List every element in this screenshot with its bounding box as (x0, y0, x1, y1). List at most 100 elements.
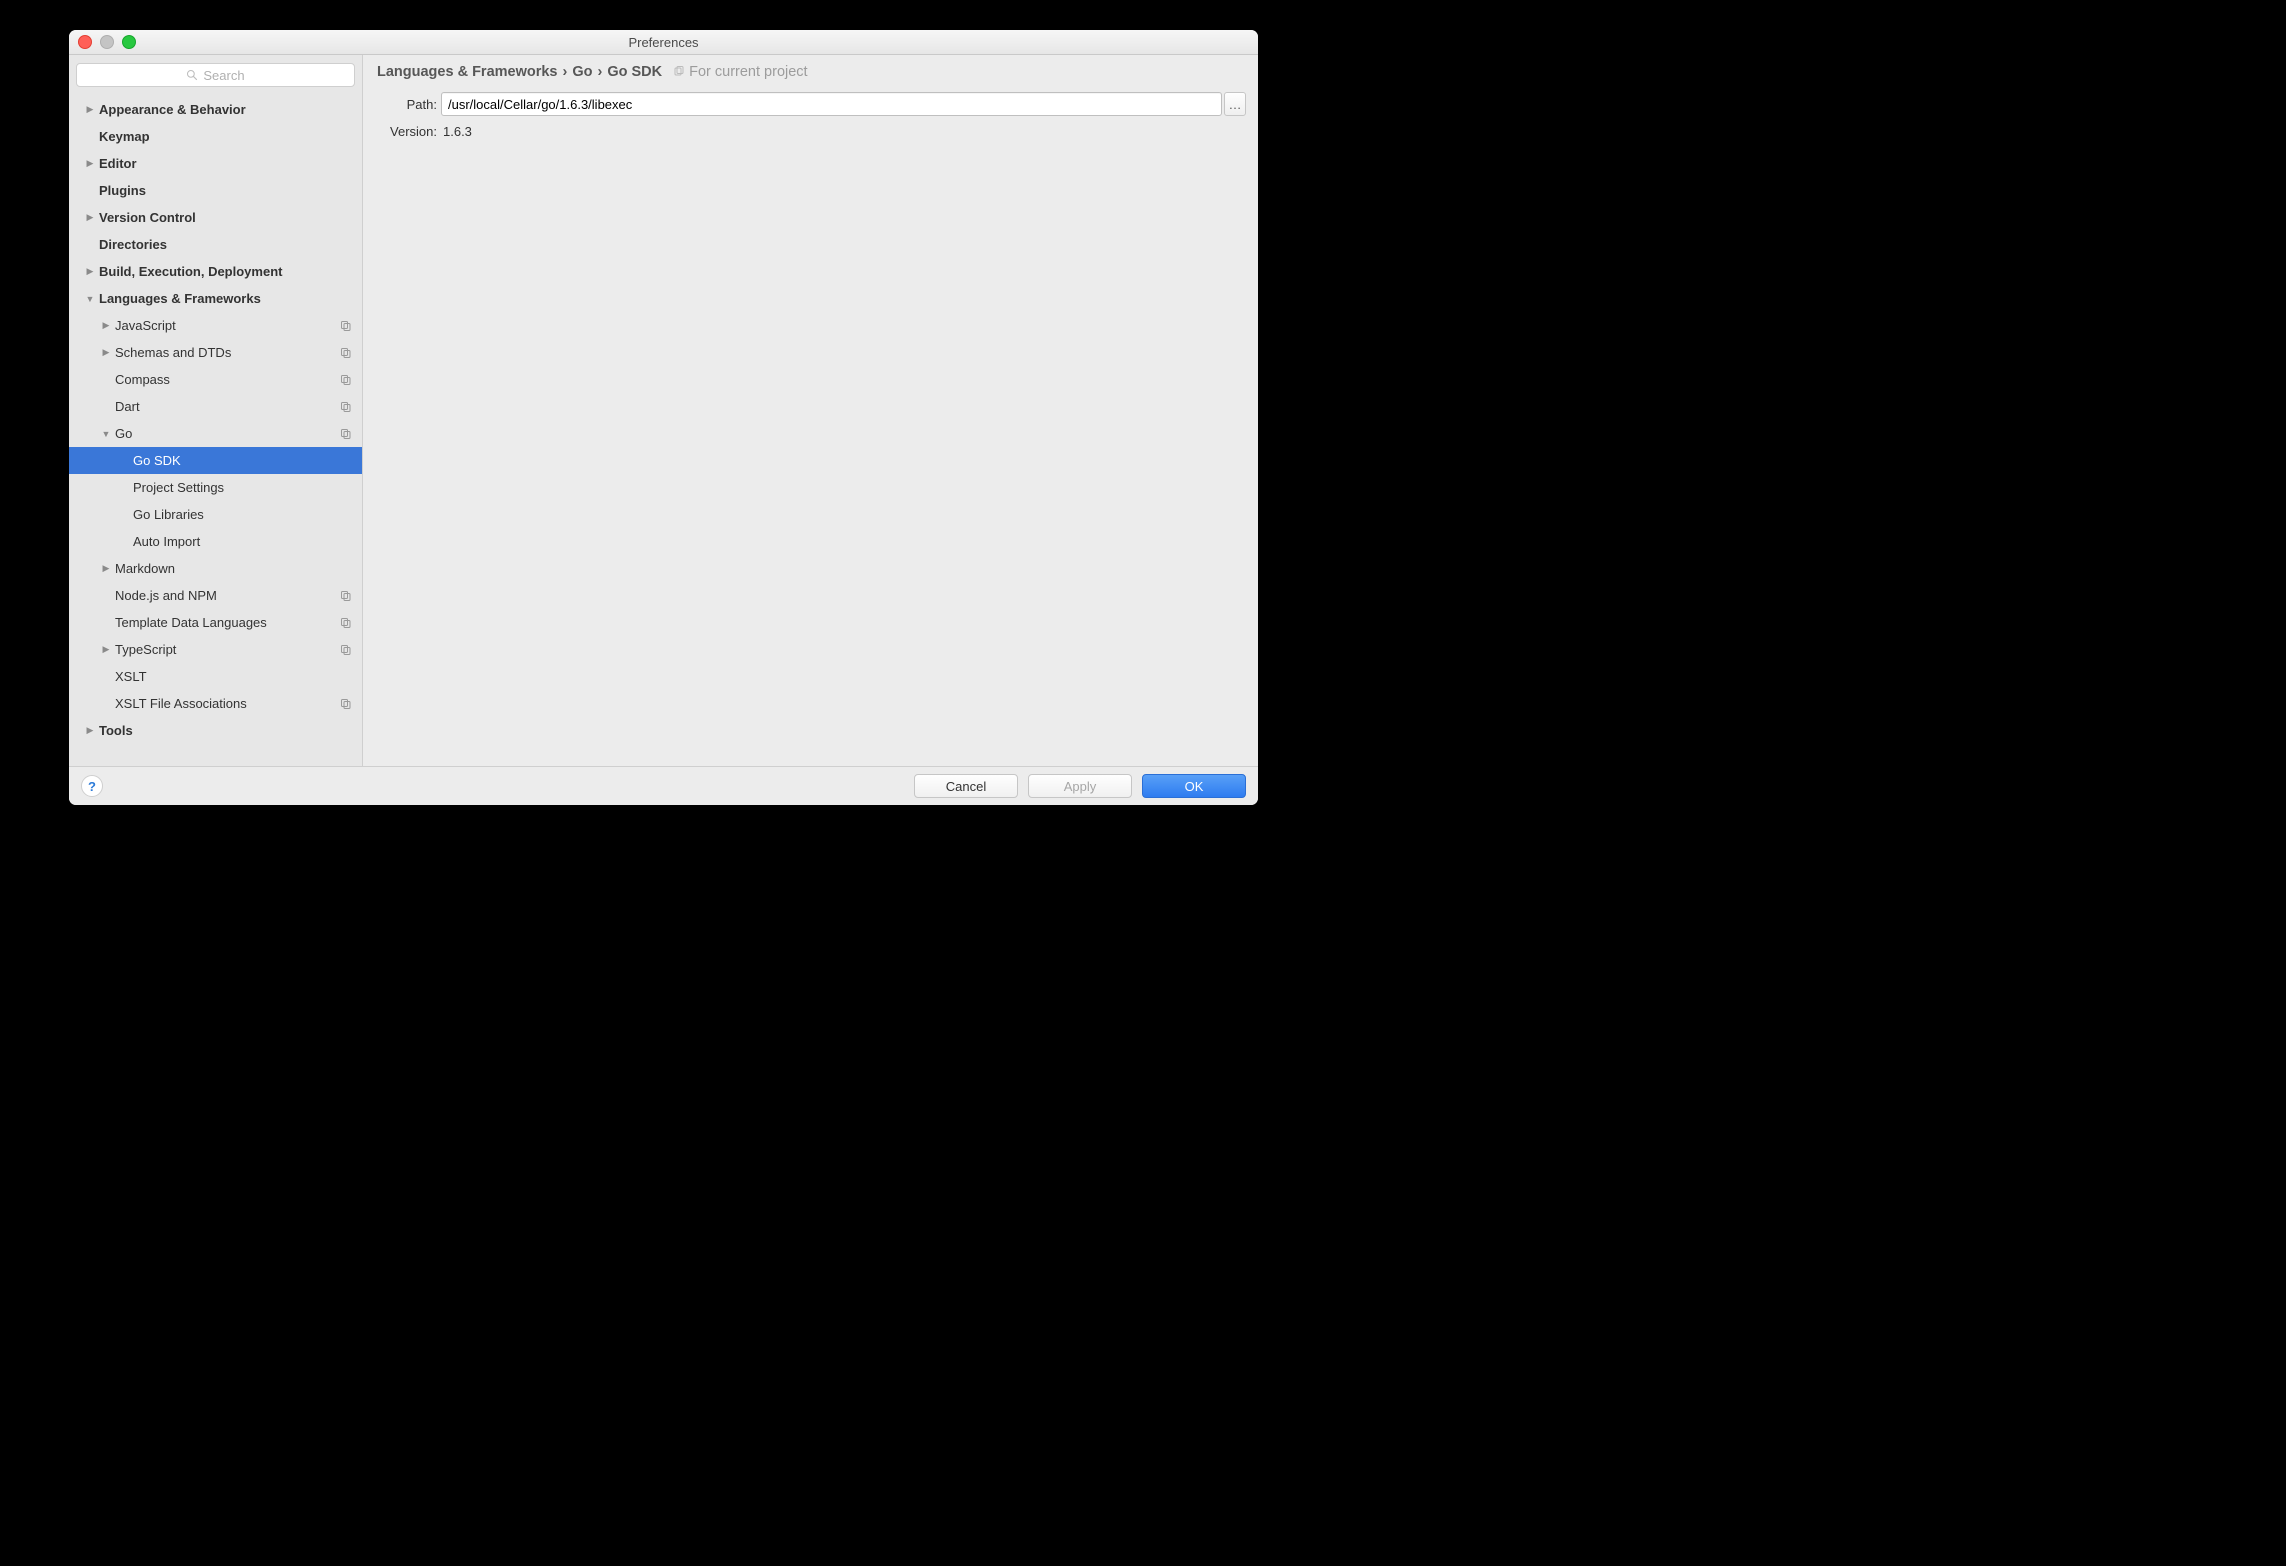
window-title: Preferences (69, 35, 1258, 50)
titlebar: Preferences (69, 30, 1258, 55)
project-scope-icon (340, 320, 352, 332)
path-label: Path: (377, 97, 441, 112)
chevron-right-icon: ▶ (101, 644, 111, 655)
sidebar-item-label: Schemas and DTDs (115, 345, 231, 360)
zoom-window-button[interactable] (122, 35, 136, 49)
sidebar-item[interactable]: Directories (69, 231, 362, 258)
sidebar-item-label: Go SDK (133, 453, 181, 468)
sidebar-item[interactable]: ▶ Editor (69, 150, 362, 177)
sidebar: Search ▶ Appearance & Behavior Keymap ▶ Edit… (69, 55, 363, 766)
help-button[interactable]: ? (81, 775, 103, 797)
chevron-right-icon: ▶ (85, 725, 95, 736)
sidebar-item[interactable]: ▶ Version Control (69, 204, 362, 231)
breadcrumb-part: Languages & Frameworks (377, 64, 558, 80)
sidebar-item[interactable]: XSLT File Associations (69, 690, 362, 717)
browse-button[interactable]: … (1224, 92, 1246, 116)
path-input[interactable] (441, 92, 1222, 116)
sidebar-item[interactable]: ▶ Schemas and DTDs (69, 339, 362, 366)
breadcrumb-part: Go SDK (607, 64, 662, 80)
project-scope-icon (340, 590, 352, 602)
sidebar-item-label: XSLT File Associations (115, 696, 247, 711)
sidebar-item-label: Plugins (99, 183, 146, 198)
sidebar-item[interactable]: Template Data Languages (69, 609, 362, 636)
breadcrumb-sep: › (597, 64, 602, 80)
sidebar-item-label: Version Control (99, 210, 196, 225)
project-scope-icon (340, 428, 352, 440)
sidebar-item[interactable]: ▶ JavaScript (69, 312, 362, 339)
version-label: Version: (377, 124, 441, 139)
sidebar-item[interactable]: Keymap (69, 123, 362, 150)
window-controls (78, 35, 136, 49)
search-icon (186, 69, 198, 81)
chevron-right-icon: ▶ (85, 104, 95, 115)
sidebar-item[interactable]: Dart (69, 393, 362, 420)
footer: ? Cancel Apply OK (69, 766, 1258, 805)
breadcrumb: Languages & Frameworks › Go › Go SDK For… (363, 55, 1258, 88)
cancel-button[interactable]: Cancel (914, 774, 1018, 798)
go-sdk-form: Path: … Version: 1.6.3 (363, 88, 1258, 143)
apply-button[interactable]: Apply (1028, 774, 1132, 798)
sidebar-item-label: Node.js and NPM (115, 588, 217, 603)
chevron-down-icon: ▼ (85, 294, 95, 304)
preferences-window: Preferences Search ▶ Appearance & Behavio… (69, 30, 1258, 805)
project-scope-icon (340, 347, 352, 359)
sidebar-item-label: Editor (99, 156, 137, 171)
sidebar-item-label: Dart (115, 399, 140, 414)
body: Search ▶ Appearance & Behavior Keymap ▶ Edit… (69, 55, 1258, 766)
sidebar-item[interactable]: Project Settings (69, 474, 362, 501)
sidebar-item[interactable]: ▶ Markdown (69, 555, 362, 582)
sidebar-item[interactable]: ▶ Appearance & Behavior (69, 96, 362, 123)
minimize-window-button[interactable] (100, 35, 114, 49)
project-scope-icon (340, 644, 352, 656)
search-wrap: Search (69, 55, 362, 94)
project-scope-icon (340, 401, 352, 413)
chevron-right-icon: ▶ (85, 212, 95, 223)
sidebar-item-label: Compass (115, 372, 170, 387)
sidebar-item-label: Go Libraries (133, 507, 204, 522)
chevron-down-icon: ▼ (101, 429, 111, 439)
copy-icon (673, 66, 685, 78)
project-scope-icon (340, 698, 352, 710)
sidebar-item-label: Markdown (115, 561, 175, 576)
sidebar-item[interactable]: Compass (69, 366, 362, 393)
close-window-button[interactable] (78, 35, 92, 49)
sidebar-item[interactable]: ▶ TypeScript (69, 636, 362, 663)
project-scope-icon (340, 617, 352, 629)
sidebar-item[interactable]: Go Libraries (69, 501, 362, 528)
version-value: 1.6.3 (441, 124, 1244, 139)
sidebar-item[interactable]: Auto Import (69, 528, 362, 555)
chevron-right-icon: ▶ (101, 563, 111, 574)
chevron-right-icon: ▶ (101, 320, 111, 331)
breadcrumb-part: Go (572, 64, 592, 80)
search-input[interactable]: Search (76, 63, 355, 87)
settings-tree: ▶ Appearance & Behavior Keymap ▶ Editor Plugi… (69, 94, 362, 766)
sidebar-item-label: Directories (99, 237, 167, 252)
breadcrumb-sep: › (563, 64, 568, 80)
sidebar-item-label: Build, Execution, Deployment (99, 264, 282, 279)
sidebar-item[interactable]: Plugins (69, 177, 362, 204)
ok-button[interactable]: OK (1142, 774, 1246, 798)
sidebar-item-label: JavaScript (115, 318, 176, 333)
sidebar-item-label: Appearance & Behavior (99, 102, 246, 117)
sidebar-item[interactable]: ▼ Languages & Frameworks (69, 285, 362, 312)
sidebar-item[interactable]: ▼ Go (69, 420, 362, 447)
chevron-right-icon: ▶ (101, 347, 111, 358)
sidebar-item[interactable]: XSLT (69, 663, 362, 690)
sidebar-item-label: Template Data Languages (115, 615, 267, 630)
sidebar-item-label: Tools (99, 723, 133, 738)
sidebar-item-label: XSLT (115, 669, 147, 684)
sidebar-item-label: Go (115, 426, 132, 441)
sidebar-item-label: Project Settings (133, 480, 224, 495)
main-panel: Languages & Frameworks › Go › Go SDK For… (363, 55, 1258, 766)
project-scope-icon (340, 374, 352, 386)
project-scope-hint: For current project (673, 64, 807, 80)
sidebar-item-label: Languages & Frameworks (99, 291, 261, 306)
sidebar-item[interactable]: Go SDK (69, 447, 362, 474)
sidebar-item[interactable]: Node.js and NPM (69, 582, 362, 609)
sidebar-item[interactable]: ▶ Tools (69, 717, 362, 744)
chevron-right-icon: ▶ (85, 158, 95, 169)
sidebar-item[interactable]: ▶ Build, Execution, Deployment (69, 258, 362, 285)
sidebar-item-label: TypeScript (115, 642, 176, 657)
chevron-right-icon: ▶ (85, 266, 95, 277)
search-placeholder: Search (203, 68, 244, 83)
